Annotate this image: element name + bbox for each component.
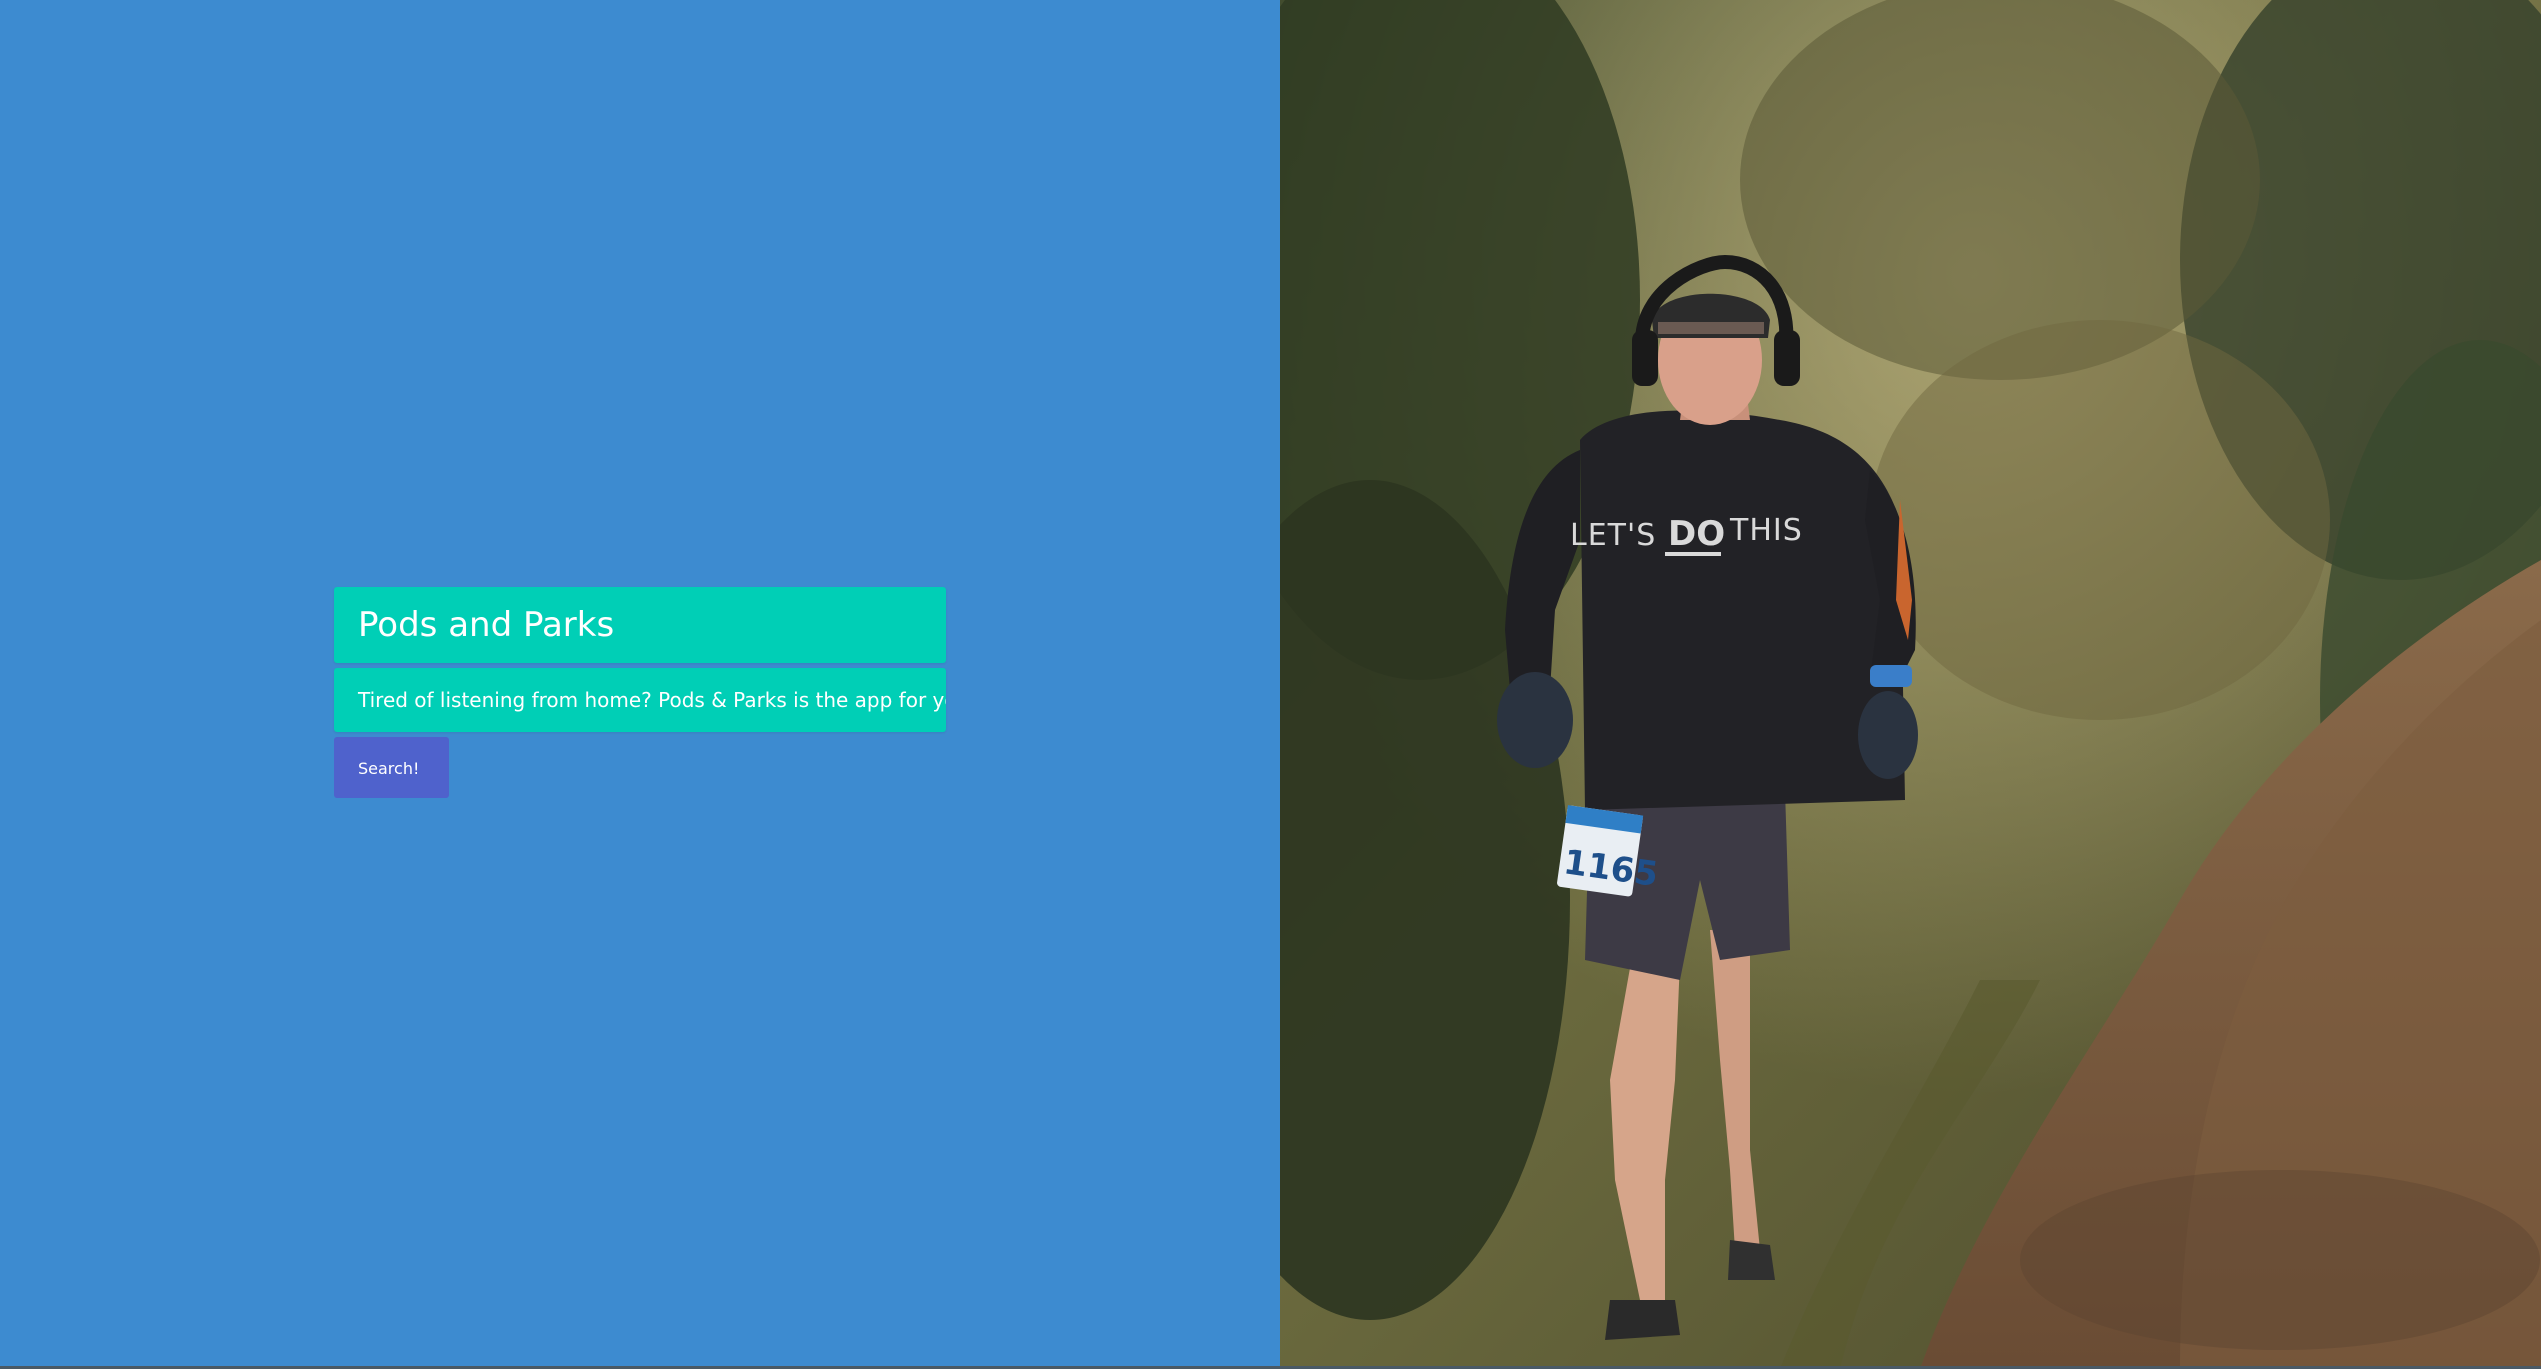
app-title: Pods and Parks bbox=[334, 587, 946, 663]
trail-runner-photo: LET'S DO THIS 1165 bbox=[1280, 0, 2541, 1369]
hero-card: Pods and Parks Tired of listening from h… bbox=[334, 587, 946, 798]
svg-text:THIS: THIS bbox=[1729, 513, 1803, 548]
left-hero-panel: Pods and Parks Tired of listening from h… bbox=[0, 0, 1280, 1369]
search-button[interactable]: Search! bbox=[334, 737, 449, 798]
landing-page: Pods and Parks Tired of listening from h… bbox=[0, 0, 2541, 1369]
app-tagline: Tired of listening from home? Pods & Par… bbox=[334, 668, 946, 732]
svg-text:DO: DO bbox=[1668, 514, 1725, 554]
svg-text:LET'S: LET'S bbox=[1570, 518, 1656, 553]
hero-photo: LET'S DO THIS 1165 bbox=[1280, 0, 2541, 1369]
